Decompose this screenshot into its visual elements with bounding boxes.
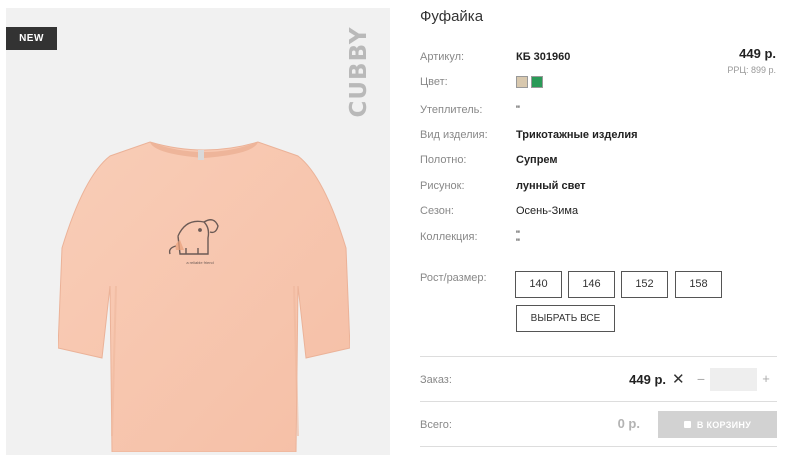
spec-label: Рисунок:	[420, 180, 465, 192]
divider	[420, 356, 777, 357]
spec-label: Полотно:	[420, 154, 467, 166]
size-label: Рост/размер:	[420, 272, 487, 284]
brand-logo: CUBBY	[341, 26, 377, 118]
product-price: 449 р.	[739, 46, 776, 61]
size-option-158[interactable]: 158	[675, 271, 722, 298]
print-caption: a reliable friend	[186, 260, 213, 265]
spec-label: Утеплитель:	[420, 104, 483, 116]
neck-tag	[198, 150, 204, 160]
spec-value-type: Трикотажные изделия	[516, 129, 638, 141]
multiply-icon: ✕	[672, 371, 685, 388]
color-swatches	[516, 76, 543, 88]
spec-label: Цвет:	[420, 76, 448, 88]
spec-label: Вид изделия:	[420, 129, 488, 141]
spec-value-article: КБ 301960	[516, 51, 571, 63]
rrp-price: РРЦ: 899 р.	[727, 65, 776, 75]
new-badge: NEW	[6, 27, 57, 50]
spec-label: Артикул:	[420, 51, 465, 63]
order-label: Заказ:	[420, 374, 452, 386]
tshirt-photo: a reliable friend	[58, 141, 350, 452]
spec-label: Коллекция:	[420, 231, 478, 243]
cart-icon	[683, 421, 691, 428]
size-option-146[interactable]: 146	[568, 271, 615, 298]
spec-value-insulation: "	[516, 104, 520, 116]
total-label: Всего:	[420, 419, 452, 431]
select-all-button[interactable]: ВЫБРАТЬ ВСЕ	[516, 305, 615, 332]
brand-logo-text: CUBBY	[346, 26, 372, 118]
add-to-cart-button[interactable]: В КОРЗИНУ	[658, 411, 777, 438]
size-option-140[interactable]: 140	[515, 271, 562, 298]
spec-value-fabric: Супрем	[516, 154, 558, 166]
spec-value-pattern: лунный свет	[516, 180, 586, 192]
tshirt-body	[58, 141, 350, 452]
total-value: 0 р.	[617, 416, 640, 431]
color-swatch-green[interactable]	[531, 76, 543, 88]
spec-value-collection: " "	[516, 230, 520, 249]
color-swatch-beige[interactable]	[516, 76, 528, 88]
spec-value-season: Осень-Зима	[516, 205, 579, 217]
collection-mark-2: "	[516, 237, 520, 249]
divider	[420, 401, 777, 402]
spec-label: Сезон:	[420, 205, 454, 217]
divider	[420, 446, 777, 447]
quantity-increase-button[interactable]: +	[759, 371, 773, 386]
order-price: 449 р.	[629, 372, 666, 387]
quantity-input[interactable]	[710, 368, 757, 391]
add-to-cart-label: В КОРЗИНУ	[696, 419, 752, 430]
quantity-decrease-button[interactable]: −	[694, 371, 708, 387]
product-title: Фуфайка	[420, 8, 484, 25]
product-image[interactable]: NEW CUBBY a reliable friend	[6, 8, 390, 455]
size-option-152[interactable]: 152	[621, 271, 668, 298]
